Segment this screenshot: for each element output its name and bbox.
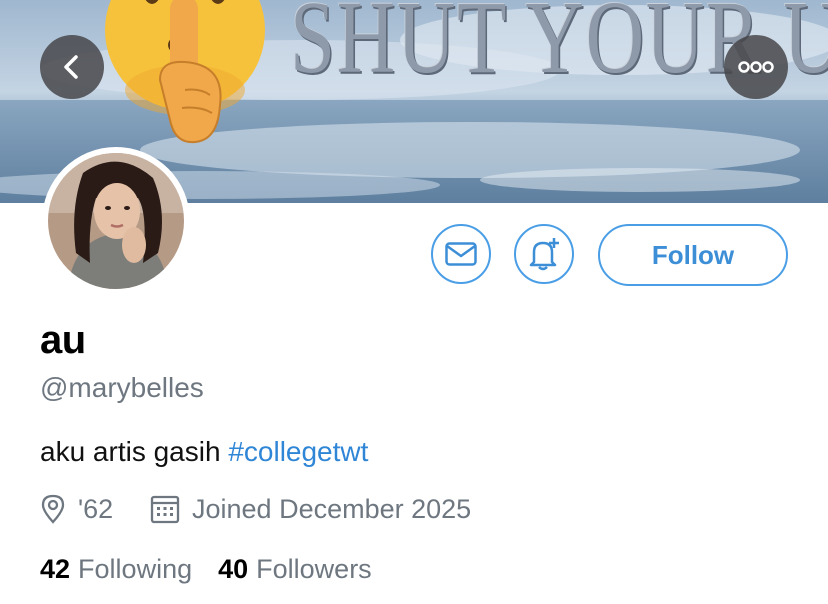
- calendar-icon: [150, 495, 180, 524]
- notifications-button[interactable]: [514, 224, 574, 284]
- back-button[interactable]: [40, 35, 104, 99]
- joined-date-text: Joined December 2025: [192, 493, 472, 524]
- followers-count: 40: [218, 554, 249, 584]
- follow-button[interactable]: Follow: [598, 224, 788, 286]
- bio-text: aku artis gasih: [40, 436, 229, 467]
- bell-plus-icon: [529, 238, 559, 271]
- location-meta: '62: [40, 492, 113, 526]
- bio-hashtag-link[interactable]: #collegetwt: [228, 436, 368, 467]
- message-button[interactable]: [431, 224, 491, 284]
- more-options-button[interactable]: [724, 35, 788, 99]
- location-pin-icon: [41, 494, 65, 524]
- followers-label: Followers: [256, 554, 372, 584]
- profile-bio: aku artis gasih #collegetwt: [40, 436, 368, 468]
- following-count: 42: [40, 554, 71, 584]
- avatar-photo: [48, 153, 184, 289]
- shushing-face-icon: [105, 0, 265, 144]
- followers-stat[interactable]: 40 Followers: [218, 554, 372, 585]
- more-horizontal-icon: [738, 61, 774, 73]
- following-label: Following: [78, 554, 193, 584]
- username-handle: @marybelles: [40, 372, 204, 403]
- display-name: au: [40, 318, 86, 362]
- follow-stats: 42 Following 40 Followers: [40, 554, 372, 585]
- joined-meta: Joined December 2025: [150, 492, 471, 526]
- mail-icon: [445, 242, 477, 266]
- following-stat[interactable]: 42 Following: [40, 554, 192, 585]
- avatar[interactable]: [42, 147, 190, 295]
- chevron-left-icon: [64, 55, 78, 79]
- location-text: '62: [78, 493, 114, 524]
